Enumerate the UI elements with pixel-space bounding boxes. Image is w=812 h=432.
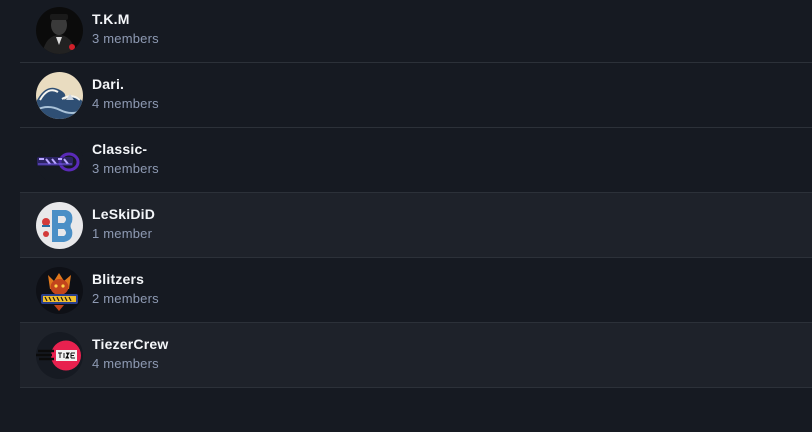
team-name: Blitzers (92, 271, 145, 287)
team-name: Classic- (92, 141, 148, 157)
team-info: Classic- 3 members (92, 140, 159, 177)
team-member-count: 1 member (92, 226, 153, 241)
team-member-count: 4 members (92, 356, 159, 371)
godfather-logo-icon (36, 7, 83, 54)
team-row-classic[interactable]: Classic- 3 members (20, 128, 812, 193)
team-member-count: 4 members (92, 96, 159, 111)
tiezer-crew-logo-icon (36, 332, 83, 379)
classic-logo-icon (36, 137, 83, 184)
team-info: Blitzers 2 members (92, 270, 159, 307)
team-list: T.K.M 3 members Dari. 4 members Classic-… (20, 0, 812, 388)
team-name: T.K.M (92, 11, 130, 27)
team-name: LeSkiDiD (92, 206, 156, 222)
leskidid-logo-icon (36, 202, 83, 249)
team-info: LeSkiDiD 1 member (92, 205, 155, 242)
team-row-blitzers[interactable]: Blitzers 2 members (20, 258, 812, 323)
team-row-leskidid[interactable]: LeSkiDiD 1 member (20, 193, 812, 258)
team-member-count: 3 members (92, 31, 159, 46)
great-wave-icon (36, 72, 83, 119)
team-member-count: 2 members (92, 291, 159, 306)
team-member-count: 3 members (92, 161, 159, 176)
team-row-dari[interactable]: Dari. 4 members (20, 63, 812, 128)
team-info: TiezerCrew 4 members (92, 335, 168, 372)
team-name: TiezerCrew (92, 336, 169, 352)
team-row-tkm[interactable]: T.K.M 3 members (20, 0, 812, 63)
team-row-tiezercrew[interactable]: TiezerCrew 4 members (20, 323, 812, 388)
blitzers-logo-icon (36, 267, 83, 314)
team-info: T.K.M 3 members (92, 10, 159, 47)
team-name: Dari. (92, 76, 125, 92)
team-info: Dari. 4 members (92, 75, 159, 112)
